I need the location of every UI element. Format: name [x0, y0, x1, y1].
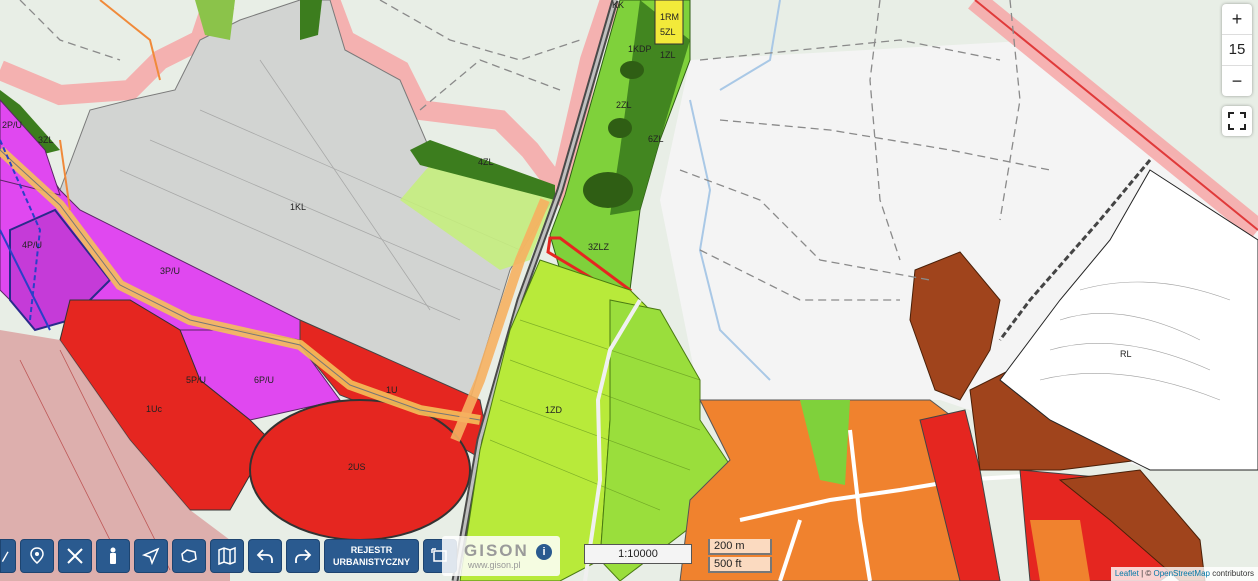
map-label-kk: KK	[612, 0, 624, 10]
area-select-button[interactable]	[172, 539, 206, 573]
map-label-1u: 1U	[386, 385, 398, 395]
gison-logo: GISON	[464, 541, 529, 560]
attribution-separator: | ©	[1138, 569, 1154, 578]
map-label-4pu: 4P/U	[22, 240, 42, 250]
registry-label-line2: URBANISTYCZNY	[333, 557, 411, 567]
gison-branding: GISON www.gison.pl i	[442, 536, 560, 576]
gison-url[interactable]: www.gison.pl	[468, 560, 521, 570]
zoom-in-button[interactable]: +	[1222, 4, 1252, 35]
scale-metric: 200 m	[708, 539, 772, 555]
map-label-3zlz: 3ZLZ	[588, 242, 610, 252]
registry-label-line1: REJESTR	[350, 545, 393, 555]
measure-button[interactable]	[0, 539, 16, 573]
folded-map-icon	[218, 546, 236, 566]
map-label-1kl: 1KL	[290, 202, 306, 212]
zoom-out-button[interactable]: −	[1222, 66, 1252, 96]
osm-link[interactable]: OpenStreetMap	[1153, 569, 1209, 578]
map-label-6zl: 6ZL	[648, 134, 664, 144]
fullscreen-button[interactable]	[1222, 106, 1252, 136]
ruler-icon	[1, 551, 9, 562]
map-label-4zl: 4ZL	[478, 157, 494, 167]
person-icon	[110, 547, 116, 564]
map-label-1uc: 1Uc	[146, 404, 163, 414]
map-label-6pu: 6P/U	[254, 375, 274, 385]
map-label-1zl: 1ZL	[660, 50, 676, 60]
map-attribution: Leaflet | © OpenStreetMap contributors	[1110, 567, 1258, 581]
zoom-level: 15	[1222, 35, 1252, 66]
map-label-1zd: 1ZD	[545, 405, 563, 415]
redo-button[interactable]	[286, 539, 320, 573]
undo-button[interactable]	[248, 539, 282, 573]
map-label-2us: 2US	[348, 462, 366, 472]
locate-button[interactable]	[134, 539, 168, 573]
redo-arrow-icon	[295, 549, 312, 563]
undo-arrow-icon	[256, 549, 273, 563]
map-pin-icon	[30, 547, 44, 564]
layers-map-button[interactable]	[210, 539, 244, 573]
pin-button[interactable]	[20, 539, 54, 573]
scale-ratio[interactable]: 1:10000	[584, 544, 692, 564]
map-label-3pu: 3P/U	[160, 266, 180, 276]
street-view-button[interactable]	[96, 539, 130, 573]
cross-tools-icon	[67, 548, 83, 564]
map-label-2pu: 2P/U	[2, 120, 22, 130]
navigation-arrow-icon	[141, 547, 160, 566]
map-label-3zl: 3ZL	[38, 135, 54, 145]
map-label-1rm: 1RM	[660, 12, 679, 22]
map-label-5pu: 5P/U	[186, 375, 206, 385]
attribution-suffix: contributors	[1209, 569, 1254, 578]
scale-imperial: 500 ft	[708, 557, 772, 573]
tools-button[interactable]	[58, 539, 92, 573]
polygon-select-icon	[181, 549, 197, 563]
leaflet-link[interactable]: Leaflet	[1115, 569, 1139, 578]
info-icon[interactable]: i	[536, 544, 552, 560]
map-label-2zl: 2ZL	[616, 100, 632, 110]
map-label-5zl: 5ZL	[660, 27, 676, 37]
bottom-toolbar: REJESTR URBANISTYCZNY	[0, 538, 458, 574]
fullscreen-icon	[1228, 112, 1246, 130]
zoom-control: + 15 −	[1222, 4, 1252, 96]
scale-bar: 200 m 500 ft	[708, 539, 772, 573]
urban-registry-button[interactable]: REJESTR URBANISTYCZNY	[324, 539, 420, 573]
map-label-1kdp: 1KDP	[628, 44, 652, 54]
map-canvas[interactable]: 1KL 4ZL 2ZL 6ZL 1KDP 3ZLZ 1ZD 3P/U 4P/U …	[0, 0, 1258, 581]
map-label-rl: RL	[1120, 349, 1132, 359]
